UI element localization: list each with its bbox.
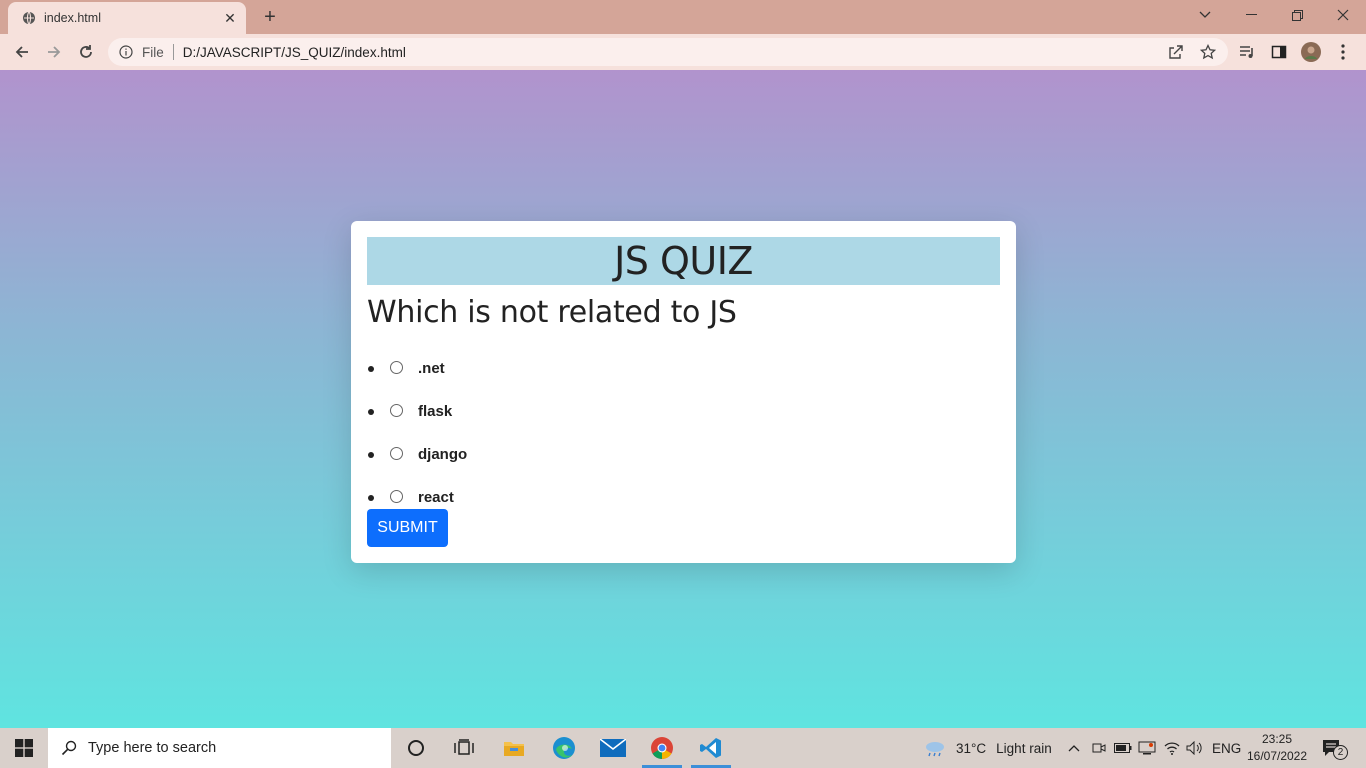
address-bar[interactable]: File D:/JAVASCRIPT/JS_QUIZ/index.html <box>108 38 1228 66</box>
search-placeholder: Type here to search <box>88 740 217 756</box>
bullet-icon <box>368 494 374 501</box>
show-hidden-icons-chevron-icon[interactable] <box>1068 728 1080 768</box>
bullet-icon <box>368 365 374 372</box>
weather-widget[interactable]: 31°C Light rain <box>924 728 1052 768</box>
minimize-button[interactable] <box>1228 0 1274 30</box>
restore-button[interactable] <box>1274 0 1320 30</box>
notification-count-badge: 2 <box>1333 745 1348 760</box>
browser-tab[interactable]: index.html ✕ <box>8 2 246 34</box>
cortana-icon[interactable] <box>392 728 440 768</box>
rain-cloud-icon <box>924 739 946 757</box>
share-icon[interactable] <box>1166 42 1186 62</box>
option-item: django <box>367 433 467 476</box>
quiz-title: JS QUIZ <box>614 239 753 283</box>
media-controls-icon[interactable] <box>1237 42 1257 62</box>
edge-browser-icon[interactable] <box>540 728 588 768</box>
browser-tab-strip: index.html ✕ + <box>0 0 1366 34</box>
option-radio-react[interactable] <box>390 490 403 503</box>
url-text[interactable]: D:/JAVASCRIPT/JS_QUIZ/index.html <box>183 45 406 60</box>
side-panel-icon[interactable] <box>1269 42 1289 62</box>
globe-icon <box>22 11 36 25</box>
option-label[interactable]: flask <box>418 403 452 420</box>
chrome-icon[interactable] <box>638 728 686 768</box>
option-label[interactable]: django <box>418 446 467 463</box>
bullet-icon <box>368 451 374 458</box>
windows-logo-icon <box>15 739 33 757</box>
start-button[interactable] <box>0 728 48 768</box>
taskbar-search-box[interactable]: Type here to search <box>48 728 391 768</box>
question-text: Which is not related to JS <box>367 295 737 330</box>
notification-icon: 2 <box>1322 739 1348 760</box>
option-label[interactable]: react <box>418 489 454 506</box>
notification-center[interactable]: 2 <box>1322 728 1348 768</box>
address-separator <box>172 44 174 60</box>
browser-toolbar: File D:/JAVASCRIPT/JS_QUIZ/index.html <box>0 34 1366 70</box>
option-radio-net[interactable] <box>390 361 403 374</box>
quiz-card: JS QUIZ Which is not related to JS .net … <box>351 221 1016 563</box>
clock-date: 16/07/2022 <box>1246 749 1308 763</box>
bookmark-star-icon[interactable] <box>1198 42 1218 62</box>
tab-title: index.html <box>44 11 101 25</box>
bullet-icon <box>368 408 374 415</box>
submit-button[interactable]: SUBMIT <box>367 509 448 547</box>
quiz-banner: JS QUIZ <box>367 237 1000 285</box>
clock[interactable]: 23:25 16/07/2022 <box>1244 730 1310 766</box>
meet-now-icon[interactable] <box>1092 728 1106 768</box>
option-radio-flask[interactable] <box>390 404 403 417</box>
file-explorer-icon[interactable] <box>490 728 538 768</box>
weather-temperature: 31°C <box>956 740 987 756</box>
back-button[interactable] <box>8 38 36 66</box>
display-icon[interactable] <box>1138 728 1156 768</box>
options-list: .net flask django react <box>367 347 467 519</box>
option-radio-django[interactable] <box>390 447 403 460</box>
new-tab-button[interactable]: + <box>258 6 282 28</box>
close-tab-icon[interactable]: ✕ <box>222 10 238 26</box>
page-viewport: JS QUIZ Which is not related to JS .net … <box>0 70 1366 728</box>
option-label[interactable]: .net <box>418 360 445 377</box>
profile-avatar[interactable] <box>1301 42 1321 62</box>
forward-button[interactable] <box>40 38 68 66</box>
battery-icon[interactable] <box>1114 728 1132 768</box>
reload-button[interactable] <box>72 38 100 66</box>
info-icon[interactable] <box>118 44 134 60</box>
tab-search-chevron-icon[interactable] <box>1182 0 1228 30</box>
clock-time: 23:25 <box>1261 732 1293 746</box>
browser-menu-icon[interactable] <box>1333 42 1353 62</box>
option-item: .net <box>367 347 467 390</box>
option-item: flask <box>367 390 467 433</box>
windows-taskbar: Type here to search 31°C Light rain ENG … <box>0 728 1366 768</box>
wifi-icon[interactable] <box>1164 728 1180 768</box>
vscode-icon[interactable] <box>687 728 735 768</box>
task-view-icon[interactable] <box>440 728 488 768</box>
search-icon <box>60 739 78 757</box>
weather-description: Light rain <box>996 740 1052 756</box>
close-window-button[interactable] <box>1320 0 1366 30</box>
volume-icon[interactable] <box>1186 728 1204 768</box>
language-indicator[interactable]: ENG <box>1212 728 1241 768</box>
mail-icon[interactable] <box>589 728 637 768</box>
url-scheme-label: File <box>142 44 164 60</box>
